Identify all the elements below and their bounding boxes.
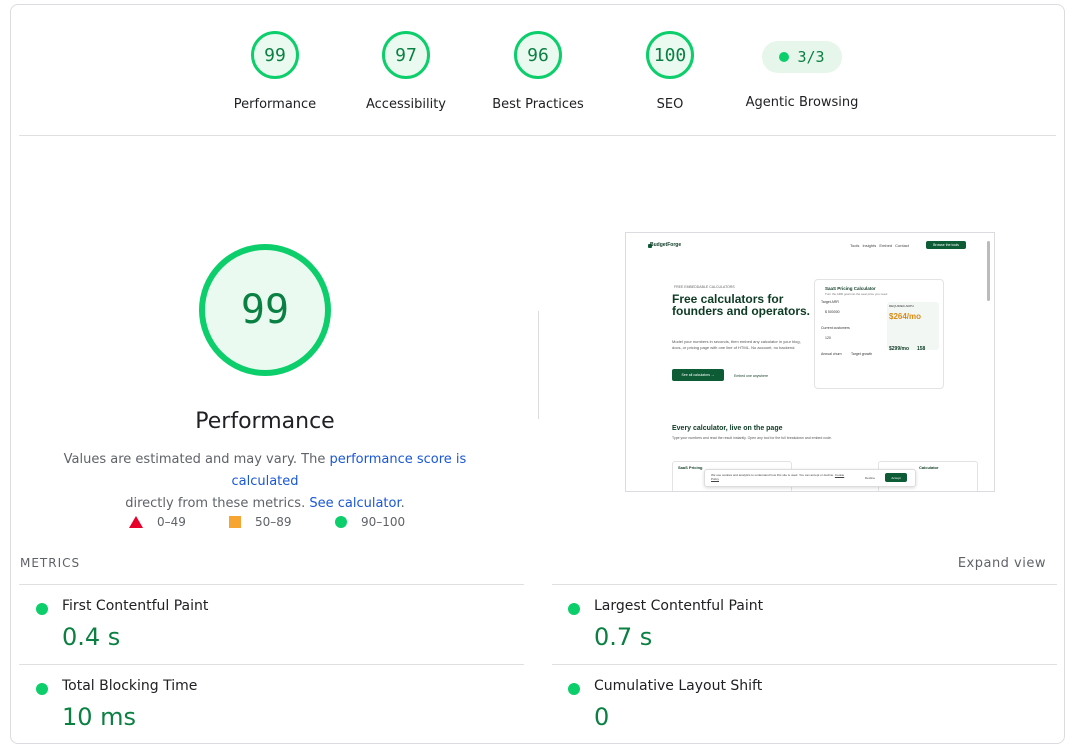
- thumb-secondary-button: Embed one anywhere: [734, 374, 769, 378]
- gauge-performance-label: Performance: [233, 97, 317, 112]
- gauge-best-practices[interactable]: 96 Best Practices: [468, 31, 608, 112]
- thumb-eyebrow: FREE EMBEDDABLE CALCULATORS: [674, 285, 735, 289]
- performance-title: Performance: [195, 409, 335, 434]
- pass-dot-icon: [36, 603, 48, 615]
- thumb-panel-label1: Target ARR: [821, 300, 839, 304]
- thumb-panel-title: SaaS Pricing Calculator: [825, 286, 876, 291]
- metric-label: First Contentful Paint: [62, 598, 209, 614]
- thumb-panel-subtitle: Turn the ARR goal into the seat price yo…: [825, 292, 888, 296]
- thumb-brand: BudgetForge: [650, 242, 682, 248]
- metrics-header: METRICS: [20, 556, 81, 570]
- pass-dot-icon: [779, 52, 790, 62]
- legend-pass-range: 90–100: [361, 515, 406, 529]
- page-screenshot-thumbnail[interactable]: BudgetForge Tools Insights Embed Contact…: [625, 232, 995, 492]
- thumb-scrollbar: [987, 241, 990, 301]
- pass-dot-icon: [568, 603, 580, 615]
- cookie-text: We use cookies and analytics to understa…: [711, 473, 835, 477]
- average-square-icon: [229, 516, 241, 528]
- thumb-cookie-decline: Decline: [865, 476, 876, 480]
- legend-pass: 90–100: [335, 515, 405, 529]
- thumb-sub-value2: 158: [917, 346, 926, 352]
- metric-value: 10 ms: [62, 703, 137, 731]
- gauge-seo-score: 100: [646, 31, 694, 79]
- gauge-seo[interactable]: 100 SEO: [600, 31, 740, 112]
- gauge-performance-score: 99: [251, 31, 299, 79]
- performance-gauge: 99: [199, 244, 331, 376]
- thumb-price: $264/mo: [889, 312, 922, 321]
- metric-total-blocking-time: Total Blocking Time 10 ms: [19, 665, 499, 745]
- thumb-panel-label2: Current customers: [821, 326, 850, 330]
- gauge-agentic-browsing[interactable]: 3/3 Agentic Browsing: [732, 27, 872, 110]
- note-text: Values are estimated and may vary. The: [63, 452, 330, 467]
- thumb-sub-value: $299/mo: [889, 346, 910, 352]
- performance-note: Values are estimated and may vary. The p…: [45, 449, 485, 515]
- note-end: .: [400, 496, 405, 511]
- legend-average: 50–89: [229, 515, 292, 529]
- thumb-body: Model your numbers in seconds, then embe…: [672, 339, 801, 350]
- metric-label: Total Blocking Time: [62, 678, 198, 694]
- pass-dot-icon: [36, 683, 48, 695]
- legend-fail: 0–49: [129, 515, 186, 529]
- vertical-separator: [538, 311, 539, 419]
- thumb-cookie-banner: We use cookies and analytics to understa…: [704, 469, 916, 487]
- thumb-panel-label4: Target growth: [851, 352, 873, 356]
- metric-label: Largest Contentful Paint: [594, 598, 764, 614]
- thumb-nav-links: Tools Insights Embed Contact: [850, 243, 909, 248]
- gauge-agentic-browsing-label: Agentic Browsing: [745, 95, 859, 110]
- metric-first-contentful-paint: First Contentful Paint 0.4 s: [19, 585, 499, 665]
- thumb-section-body: Type your numbers and read the result in…: [672, 436, 832, 440]
- metric-largest-contentful-paint: Largest Contentful Paint 0.7 s: [551, 585, 1031, 665]
- thumb-cookie-text: We use cookies and analytics to understa…: [711, 473, 851, 481]
- see-calculator-link[interactable]: See calculator: [309, 496, 400, 511]
- thumb-nav-cta: Browse the tools: [926, 241, 966, 249]
- thumb-price-label: REQUIRED ARPU: [889, 304, 914, 308]
- thumb-calculator-panel: SaaS Pricing Calculator Turn the ARR goa…: [814, 279, 944, 389]
- gauge-accessibility-score: 97: [382, 31, 430, 79]
- thumb-cookie-accept: Accept: [885, 473, 907, 482]
- score-legend: 0–49 50–89 90–100: [129, 515, 429, 535]
- thumb-headline: Free calculators for founders and operat…: [672, 292, 811, 318]
- gauge-accessibility[interactable]: 97 Accessibility: [336, 31, 476, 112]
- category-gauges: 99 Performance 97 Accessibility 96 Best …: [11, 5, 1064, 137]
- agentic-browsing-pill: 3/3: [762, 41, 842, 73]
- agentic-browsing-score: 3/3: [797, 48, 825, 66]
- thumb-panel-label3: Annual churn: [821, 352, 842, 356]
- pass-dot-icon: [568, 683, 580, 695]
- legend-average-range: 50–89: [255, 515, 292, 529]
- metric-value: 0.4 s: [62, 623, 121, 651]
- pass-circle-icon: [335, 516, 347, 528]
- thumb-section-title: Every calculator, live on the page: [672, 425, 783, 432]
- thumb-panel-value2: 120: [825, 336, 831, 340]
- metric-cumulative-layout-shift: Cumulative Layout Shift 0: [551, 665, 1031, 745]
- metric-value: 0: [594, 703, 610, 731]
- thumb-result-box: [887, 302, 939, 350]
- gauge-seo-label: SEO: [656, 97, 684, 112]
- gauge-accessibility-label: Accessibility: [366, 97, 446, 112]
- metric-value: 0.7 s: [594, 623, 653, 651]
- thumb-primary-button: See all calculators →: [672, 369, 724, 381]
- gauge-best-practices-label: Best Practices: [492, 97, 584, 112]
- header-divider: [19, 135, 1056, 136]
- gauge-best-practices-score: 96: [514, 31, 562, 79]
- note-text-2: directly from these metrics.: [125, 496, 310, 511]
- gauge-performance[interactable]: 99 Performance: [205, 31, 345, 112]
- fail-triangle-icon: [129, 516, 143, 528]
- metric-label: Cumulative Layout Shift: [594, 678, 763, 694]
- legend-fail-range: 0–49: [157, 515, 186, 529]
- expand-view-toggle[interactable]: Expand view: [958, 556, 1046, 571]
- report-card: 99 Performance 97 Accessibility 96 Best …: [10, 4, 1065, 744]
- thumb-panel-value1: $ 500000: [825, 310, 840, 314]
